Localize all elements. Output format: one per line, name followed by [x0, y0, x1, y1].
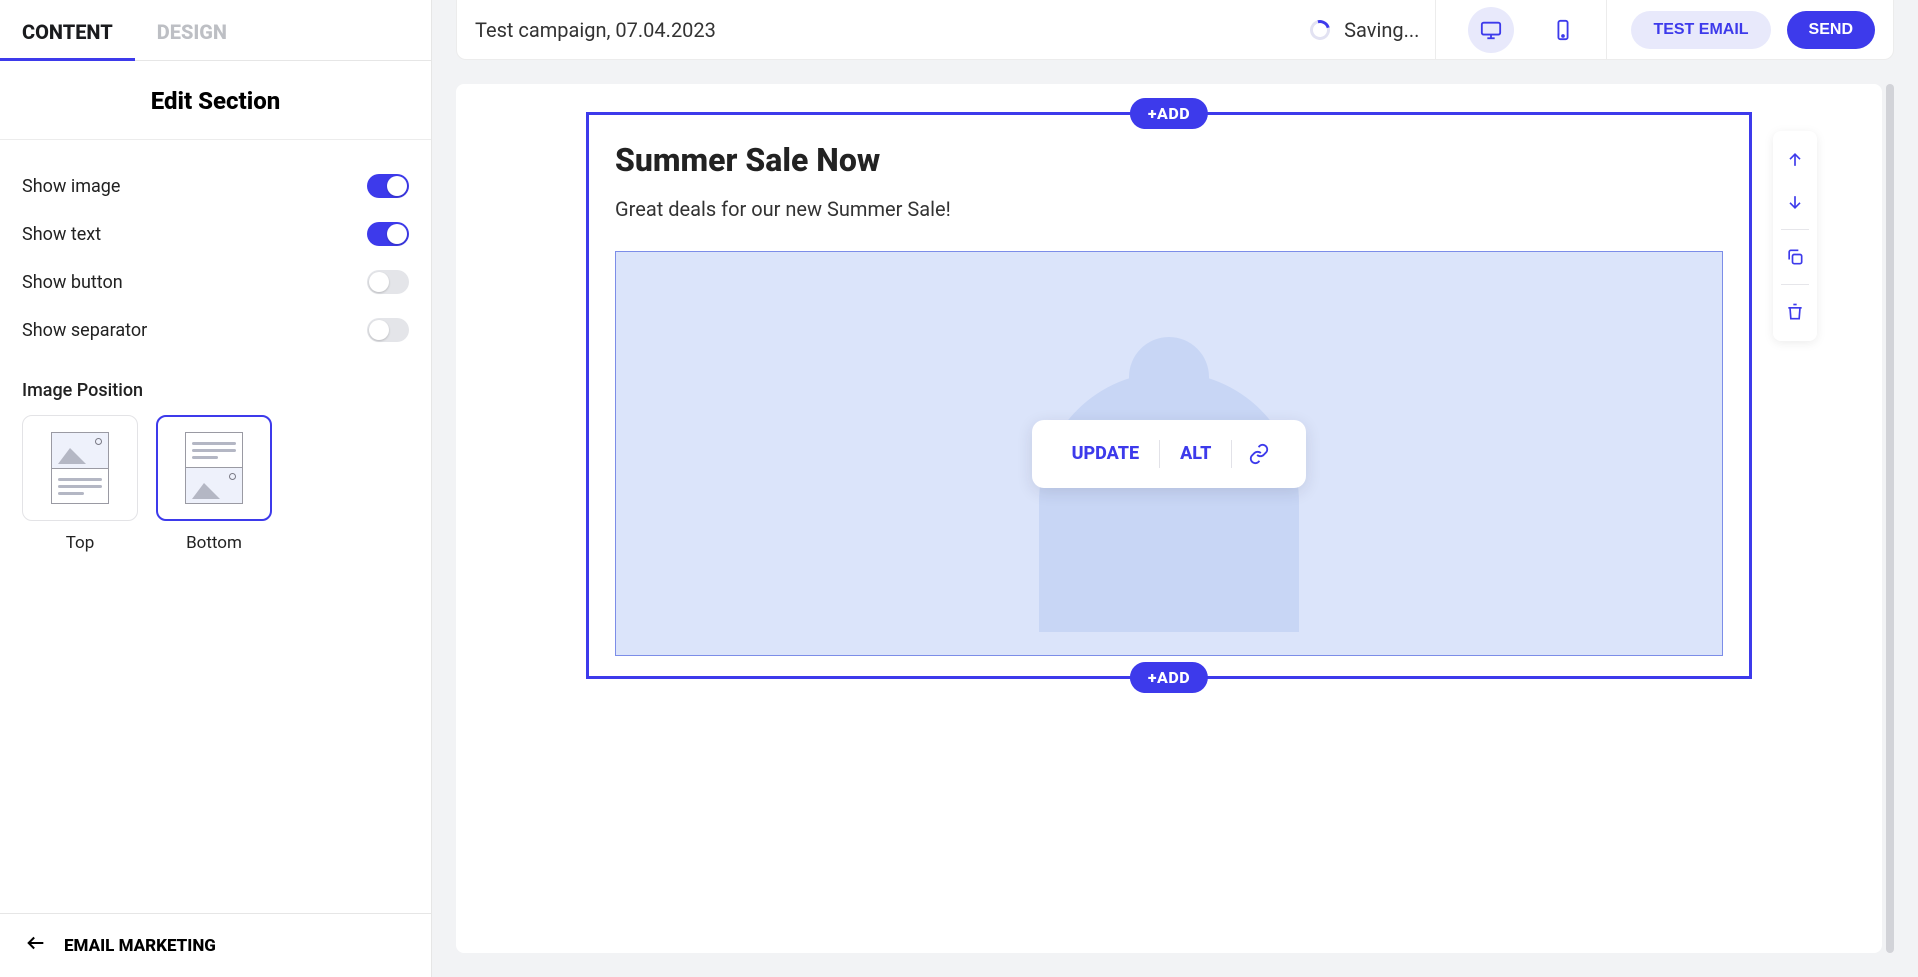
topbar: Test campaign, 07.04.2023 Saving... TEST…	[456, 0, 1894, 60]
image-position-options: Top Bottom	[22, 415, 409, 553]
back-label: EMAIL MARKETING	[64, 936, 216, 956]
image-position-label: Image Position	[22, 354, 409, 415]
toggle-label: Show separator	[22, 320, 147, 341]
image-alt-button[interactable]: ALT	[1160, 443, 1231, 464]
saving-indicator: Saving...	[1310, 0, 1436, 60]
toggle-show-button[interactable]	[367, 270, 409, 294]
test-email-button[interactable]: TEST EMAIL	[1631, 11, 1770, 49]
toggle-show-image[interactable]	[367, 174, 409, 198]
canvas-scroll-area[interactable]: +ADD Summer Sale Now Great deals for our…	[456, 84, 1894, 953]
topbar-actions: TEST EMAIL SEND	[1619, 11, 1875, 49]
mobile-icon	[1552, 19, 1574, 41]
placeholder-body-icon	[1039, 372, 1299, 632]
spinner-icon	[1307, 16, 1334, 43]
desktop-icon	[1480, 19, 1502, 41]
left-sidebar: CONTENT DESIGN Edit Section Show image S…	[0, 0, 432, 977]
toggle-row-show-button: Show button	[22, 258, 409, 306]
tab-design[interactable]: DESIGN	[135, 0, 249, 60]
image-position-bottom[interactable]: Bottom	[156, 415, 272, 553]
sidebar-tabs: CONTENT DESIGN	[0, 0, 431, 61]
email-canvas: +ADD Summer Sale Now Great deals for our…	[456, 84, 1882, 953]
toggle-row-show-image: Show image	[22, 162, 409, 210]
delete-button[interactable]	[1777, 293, 1813, 331]
image-position-top[interactable]: Top	[22, 415, 138, 553]
add-section-below-button[interactable]: +ADD	[1130, 662, 1208, 693]
device-switch	[1448, 0, 1607, 60]
section-image-placeholder[interactable]: UPDATE ALT	[615, 251, 1723, 656]
arrow-down-icon	[1785, 192, 1805, 212]
add-section-above-button[interactable]: +ADD	[1130, 98, 1208, 129]
trash-icon	[1785, 302, 1805, 322]
scrollbar[interactable]	[1886, 84, 1894, 953]
link-icon	[1248, 443, 1270, 465]
toggle-row-show-text: Show text	[22, 210, 409, 258]
section-heading[interactable]: Summer Sale Now	[615, 141, 1723, 179]
image-position-bottom-label: Bottom	[186, 533, 242, 553]
section-side-tools	[1773, 131, 1817, 341]
tab-content[interactable]: CONTENT	[0, 0, 135, 60]
toggle-label: Show button	[22, 272, 123, 293]
selected-section[interactable]: +ADD Summer Sale Now Great deals for our…	[586, 112, 1752, 679]
move-up-button[interactable]	[1777, 141, 1813, 179]
device-desktop-button[interactable]	[1468, 7, 1514, 53]
main-area: Test campaign, 07.04.2023 Saving... TEST…	[432, 0, 1918, 977]
back-to-email-marketing[interactable]: EMAIL MARKETING	[0, 913, 431, 977]
device-mobile-button[interactable]	[1540, 7, 1586, 53]
arrow-left-icon	[22, 932, 50, 959]
copy-icon	[1785, 247, 1805, 267]
arrow-up-icon	[1785, 150, 1805, 170]
saving-text: Saving...	[1344, 18, 1419, 42]
toggle-label: Show text	[22, 224, 101, 245]
image-position-top-label: Top	[66, 533, 95, 553]
image-update-button[interactable]: UPDATE	[1052, 443, 1160, 464]
toggle-row-show-separator: Show separator	[22, 306, 409, 354]
toggle-label: Show image	[22, 176, 120, 197]
campaign-title[interactable]: Test campaign, 07.04.2023	[475, 18, 1298, 42]
toggle-show-text[interactable]	[367, 222, 409, 246]
image-link-button[interactable]	[1232, 443, 1286, 465]
move-down-button[interactable]	[1777, 183, 1813, 221]
sidebar-panel: Show image Show text Show button Show se…	[0, 140, 431, 913]
toggle-show-separator[interactable]	[367, 318, 409, 342]
image-toolbar: UPDATE ALT	[1032, 420, 1307, 488]
duplicate-button[interactable]	[1777, 238, 1813, 276]
section-title: Edit Section	[0, 61, 431, 140]
section-text[interactable]: Great deals for our new Summer Sale!	[615, 197, 1723, 221]
send-button[interactable]: SEND	[1787, 11, 1875, 49]
